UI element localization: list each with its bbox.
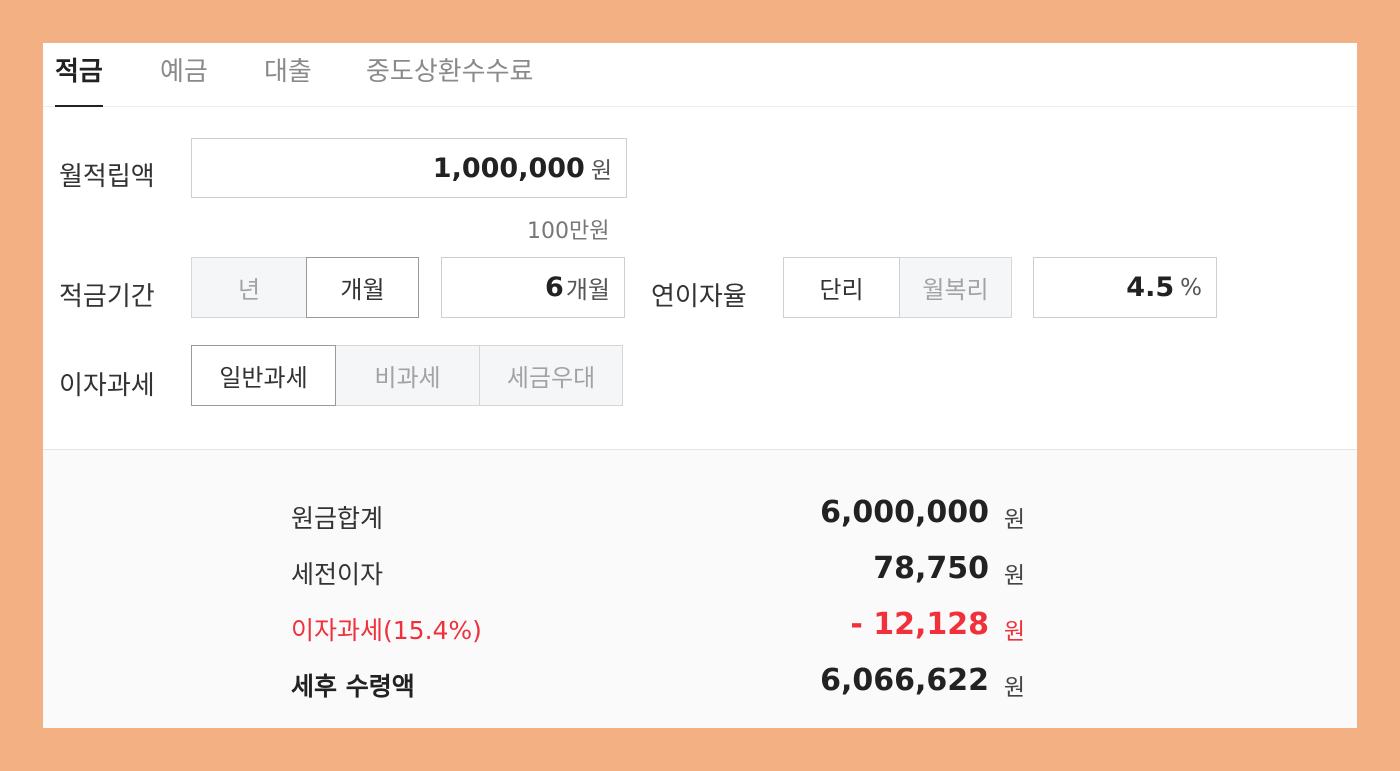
- monthly-deposit-hint: 100만원: [527, 219, 610, 244]
- period-label: 적금기간: [59, 282, 155, 312]
- outer-frame: 적금 예금 대출 중도상환수수료 월적립액 1,000,000 원 100만원 …: [0, 0, 1400, 771]
- tab-deposit[interactable]: 예금: [160, 55, 208, 107]
- result-unit: 원: [1003, 619, 1025, 645]
- interest-type-monthly-compound[interactable]: 월복리: [899, 257, 1012, 318]
- interest-rate-value: 4.5: [1126, 272, 1175, 303]
- result-row-principal: 원금합계 6,000,000 원: [291, 495, 1025, 535]
- tab-installment-savings[interactable]: 적금: [55, 55, 103, 107]
- monthly-deposit-unit: 원: [590, 158, 612, 184]
- result-value: 6,066,622: [820, 663, 989, 698]
- tax-type-label: 이자과세: [59, 371, 155, 401]
- result-value: 6,000,000: [820, 495, 989, 530]
- tax-option-general[interactable]: 일반과세: [191, 345, 336, 406]
- monthly-deposit-label: 월적립액: [59, 162, 155, 192]
- result-label: 원금합계: [291, 504, 384, 533]
- result-label: 이자과세(15.4%): [291, 616, 482, 645]
- tab-loan[interactable]: 대출: [264, 55, 312, 107]
- interest-rate-label: 연이자율: [651, 282, 747, 312]
- period-value: 6: [545, 272, 564, 303]
- tax-option-exempt[interactable]: 비과세: [335, 345, 480, 406]
- result-unit: 원: [1003, 507, 1025, 533]
- interest-rate-unit: %: [1180, 274, 1202, 301]
- result-row-pretax-interest: 세전이자 78,750 원: [291, 551, 1025, 591]
- result-label: 세후 수령액: [291, 672, 415, 701]
- result-row-after-tax-amount: 세후 수령액 6,066,622 원: [291, 663, 1025, 703]
- result-label: 세전이자: [291, 560, 384, 589]
- period-unit-year[interactable]: 년: [191, 257, 307, 318]
- period-unit: 개월: [565, 276, 610, 304]
- period-input[interactable]: 6 개월: [441, 257, 625, 318]
- tab-prepayment-fee[interactable]: 중도상환수수료: [366, 55, 533, 107]
- results-panel: 원금합계 6,000,000 원 세전이자 78,750 원 이자과세(15.4…: [43, 449, 1357, 728]
- result-value: 78,750: [873, 551, 989, 586]
- monthly-deposit-value: 1,000,000: [432, 152, 585, 184]
- monthly-deposit-input[interactable]: 1,000,000 원: [191, 138, 627, 198]
- interest-type-simple[interactable]: 단리: [783, 257, 900, 318]
- result-value: - 12,128: [850, 607, 989, 642]
- calculator-panel: 적금 예금 대출 중도상환수수료 월적립액 1,000,000 원 100만원 …: [43, 43, 1357, 728]
- interest-rate-input[interactable]: 4.5 %: [1033, 257, 1217, 318]
- tax-type-toggle: 일반과세 비과세 세금우대: [191, 345, 623, 406]
- period-unit-toggle: 년 개월: [191, 257, 419, 318]
- result-unit: 원: [1003, 675, 1025, 701]
- tax-option-preferential[interactable]: 세금우대: [479, 345, 623, 406]
- result-unit: 원: [1003, 563, 1025, 589]
- calculator-tabs: 적금 예금 대출 중도상환수수료: [43, 43, 1357, 107]
- period-unit-month[interactable]: 개월: [306, 257, 419, 318]
- interest-type-toggle: 단리 월복리: [783, 257, 1012, 318]
- result-row-interest-tax: 이자과세(15.4%) - 12,128 원: [291, 607, 1025, 647]
